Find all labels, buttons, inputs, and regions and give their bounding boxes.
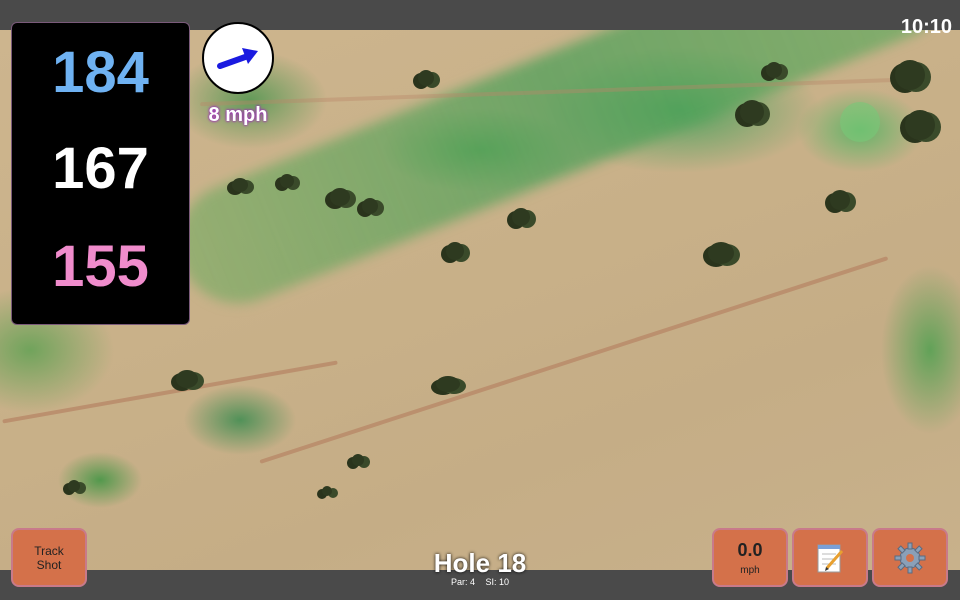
tree [708, 242, 734, 264]
settings-button[interactable] [872, 528, 948, 587]
hole-title: Hole 18 [433, 548, 527, 578]
hole-par: Par: 4 [450, 577, 475, 587]
fairway [160, 30, 960, 322]
cart-path [2, 360, 338, 424]
gear-icon [894, 542, 926, 573]
tree [895, 60, 925, 90]
notes-button[interactable] [792, 528, 868, 587]
tree [766, 62, 782, 78]
tree [740, 100, 764, 124]
tree [232, 178, 248, 192]
tree [322, 486, 332, 496]
distance-panel: 184 167 155 [11, 22, 190, 325]
hole-stroke-index: SI: 10 [485, 577, 510, 587]
tree [905, 110, 935, 140]
status-clock: 10:10 [900, 16, 952, 38]
speed-unit: mph [740, 564, 760, 576]
hole-info: Par: 4 SI: 10 [400, 577, 560, 587]
tree [446, 242, 464, 260]
tree [280, 174, 294, 188]
tree [352, 454, 364, 466]
tree [512, 208, 530, 226]
front-distance: 155 [52, 234, 149, 299]
back-distance: 184 [52, 40, 149, 105]
tree [330, 188, 350, 206]
wind-indicator [202, 22, 274, 94]
tree [362, 198, 378, 214]
tree [68, 480, 80, 492]
wind-direction-arrow-icon [217, 48, 258, 69]
tree [830, 190, 850, 210]
middle-distance: 167 [52, 136, 149, 201]
track-shot-label-line2: Shot [36, 557, 62, 572]
speed-value: 0.0 [737, 539, 763, 560]
notepad-icon [817, 544, 844, 572]
speed-button[interactable]: 0.0 mph [712, 528, 788, 587]
cart-path [259, 256, 889, 464]
tree [418, 70, 434, 86]
track-shot-button[interactable]: Track Shot [11, 528, 87, 587]
tree [176, 370, 198, 388]
wind-speed-label: 8 mph [208, 104, 268, 126]
tree [436, 376, 460, 392]
putting-green [840, 102, 880, 142]
track-shot-label-line1: Track [34, 543, 64, 558]
